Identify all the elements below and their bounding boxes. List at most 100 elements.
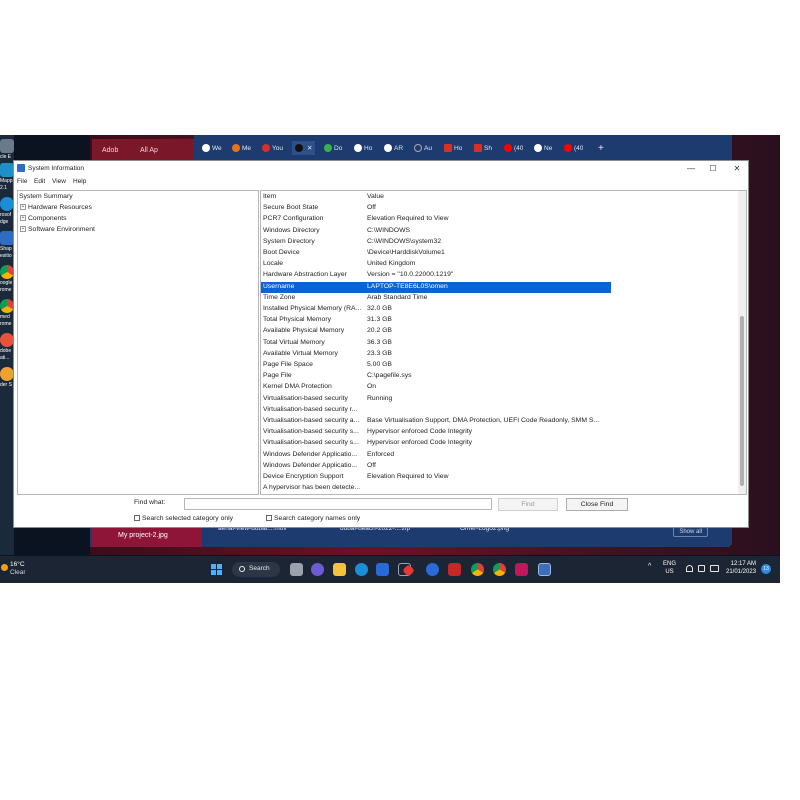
- search-category-names-checkbox[interactable]: Search category names only: [266, 515, 360, 522]
- column-header-value[interactable]: Value: [367, 193, 607, 200]
- browser-tab-active[interactable]: ✕: [292, 141, 316, 155]
- table-row[interactable]: Virtualisation-based security s... Hyperv…: [261, 427, 611, 438]
- vertical-scrollbar[interactable]: [738, 191, 746, 494]
- table-row[interactable]: Page File Space 5.00 GB: [261, 360, 611, 371]
- edge-icon[interactable]: [0, 197, 14, 211]
- table-row[interactable]: Total Virtual Memory 36.3 GB: [261, 338, 611, 349]
- chrome-icon[interactable]: [493, 563, 506, 576]
- browser-tab[interactable]: (40: [504, 141, 523, 155]
- desktop-app-icon[interactable]: [0, 139, 14, 153]
- title-bar[interactable]: System Information — ☐ ✕: [14, 161, 748, 177]
- weather-description[interactable]: Clear: [10, 569, 26, 576]
- expand-icon[interactable]: +: [20, 204, 26, 211]
- find-button[interactable]: Find: [498, 498, 558, 511]
- tree-item-hardware-resources[interactable]: + Hardware Resources: [20, 204, 92, 211]
- browser-tab[interactable]: Ne: [534, 141, 552, 155]
- edge-icon[interactable]: [355, 563, 368, 576]
- menu-edit[interactable]: Edit: [34, 178, 45, 185]
- tree-item-system-summary[interactable]: System Summary: [19, 193, 73, 200]
- weather-icon[interactable]: [1, 564, 8, 571]
- table-row[interactable]: Username LAPTOP-TE8E6L0S\omen: [261, 281, 611, 293]
- adobe-icon[interactable]: [0, 333, 14, 347]
- show-all-button[interactable]: Show all: [673, 527, 708, 537]
- desktop-app-icon[interactable]: [0, 163, 14, 177]
- table-row[interactable]: Device Encryption Support Elevation Requi…: [261, 472, 611, 483]
- scrollbar-thumb[interactable]: [740, 316, 744, 486]
- adobe-tab[interactable]: All Ap: [140, 147, 158, 154]
- table-row[interactable]: Virtualisation-based security r...: [261, 405, 611, 416]
- browser-tab[interactable]: Sh: [474, 141, 492, 155]
- search-selected-category-checkbox[interactable]: Search selected category only: [134, 515, 233, 522]
- browser-tab[interactable]: Ho: [444, 141, 462, 155]
- language-indicator[interactable]: ENG US: [663, 560, 676, 576]
- table-row[interactable]: System Directory C:\WINDOWS\system32: [261, 237, 611, 248]
- table-row[interactable]: Time Zone Arab Standard Time: [261, 293, 611, 304]
- task-view-icon[interactable]: [290, 563, 303, 576]
- table-row[interactable]: Windows Directory C:\WINDOWS: [261, 226, 611, 237]
- menu-help[interactable]: Help: [73, 178, 86, 185]
- find-what-input[interactable]: [184, 498, 492, 510]
- chat-icon[interactable]: [311, 563, 324, 576]
- table-row[interactable]: Available Virtual Memory 23.3 GB: [261, 349, 611, 360]
- file-explorer-icon[interactable]: [333, 563, 346, 576]
- close-find-button[interactable]: Close Find: [566, 498, 628, 511]
- column-header-item[interactable]: Item: [263, 193, 365, 200]
- expand-icon[interactable]: +: [20, 215, 26, 222]
- table-row[interactable]: A hypervisor has been detecte...: [261, 483, 611, 494]
- system-information-taskbar-icon[interactable]: [538, 563, 551, 576]
- expand-icon[interactable]: +: [20, 226, 26, 233]
- chrome-icon[interactable]: [471, 563, 484, 576]
- desktop-app-icon[interactable]: [0, 231, 14, 245]
- table-row[interactable]: Secure Boot State Off: [261, 203, 611, 214]
- new-tab-button[interactable]: +: [598, 141, 604, 155]
- table-row[interactable]: Locale United Kingdom: [261, 259, 611, 270]
- browser-tab[interactable]: You: [262, 141, 283, 155]
- table-row[interactable]: Total Physical Memory 31.3 GB: [261, 315, 611, 326]
- browser-tab[interactable]: Au: [414, 141, 432, 155]
- minimize-button[interactable]: —: [684, 163, 698, 175]
- table-row[interactable]: Page File C:\pagefile.sys: [261, 371, 611, 382]
- tree-item-software-environment[interactable]: + Software Environment: [20, 226, 95, 233]
- browser-tab[interactable]: Do: [324, 141, 342, 155]
- menu-view[interactable]: View: [52, 178, 66, 185]
- browser-tab[interactable]: Ho: [354, 141, 372, 155]
- start-icon[interactable]: [211, 564, 222, 575]
- table-row[interactable]: Installed Physical Memory (RA... 32.0 GB: [261, 304, 611, 315]
- maximize-button[interactable]: ☐: [706, 163, 720, 175]
- battery-icon[interactable]: [710, 565, 719, 572]
- table-row[interactable]: Virtualisation-based security s... Hyperv…: [261, 438, 611, 449]
- weather-temperature[interactable]: 16°C: [10, 561, 25, 568]
- close-button[interactable]: ✕: [730, 163, 744, 175]
- browser-tab[interactable]: (40: [564, 141, 583, 155]
- chrome-icon[interactable]: [0, 299, 14, 313]
- table-row[interactable]: PCR7 Configuration Elevation Required to …: [261, 214, 611, 225]
- chrome-icon[interactable]: [0, 265, 14, 279]
- volume-icon[interactable]: [698, 565, 705, 572]
- project-file-tab[interactable]: My project-2.jpg: [92, 527, 202, 547]
- table-row[interactable]: Hardware Abstraction Layer Version = "10.…: [261, 270, 611, 281]
- table-row[interactable]: Windows Defender Applicatio... Enforced: [261, 450, 611, 461]
- photos-icon[interactable]: [515, 563, 528, 576]
- browser-tab[interactable]: AR: [384, 141, 403, 155]
- help-icon[interactable]: [426, 563, 439, 576]
- mcafee-icon[interactable]: [448, 563, 461, 576]
- desktop-app-icon[interactable]: [0, 367, 14, 381]
- adobe-tab[interactable]: Adob: [102, 147, 118, 154]
- store-icon[interactable]: [376, 563, 389, 576]
- table-row[interactable]: Available Physical Memory 20.2 GB: [261, 326, 611, 337]
- notification-badge[interactable]: 13: [761, 564, 771, 574]
- menu-file[interactable]: File: [17, 178, 27, 185]
- clock[interactable]: 12:17 AM 21/01/2023: [726, 560, 756, 576]
- taskbar-search[interactable]: Search: [232, 562, 280, 577]
- table-row[interactable]: Virtualisation-based security Running: [261, 394, 611, 405]
- browser-tab[interactable]: Me: [232, 141, 251, 155]
- table-row[interactable]: Kernel DMA Protection On: [261, 382, 611, 393]
- tree-item-components[interactable]: + Components: [20, 215, 67, 222]
- row-value: On: [367, 383, 377, 391]
- table-row[interactable]: Windows Defender Applicatio... Off: [261, 461, 611, 472]
- table-row[interactable]: Virtualisation-based security a... Base V…: [261, 416, 611, 427]
- table-row[interactable]: Boot Device \Device\HarddiskVolume1: [261, 248, 611, 259]
- show-hidden-icons[interactable]: ^: [648, 563, 651, 570]
- browser-tab[interactable]: We: [202, 141, 222, 155]
- wifi-icon[interactable]: [686, 565, 693, 572]
